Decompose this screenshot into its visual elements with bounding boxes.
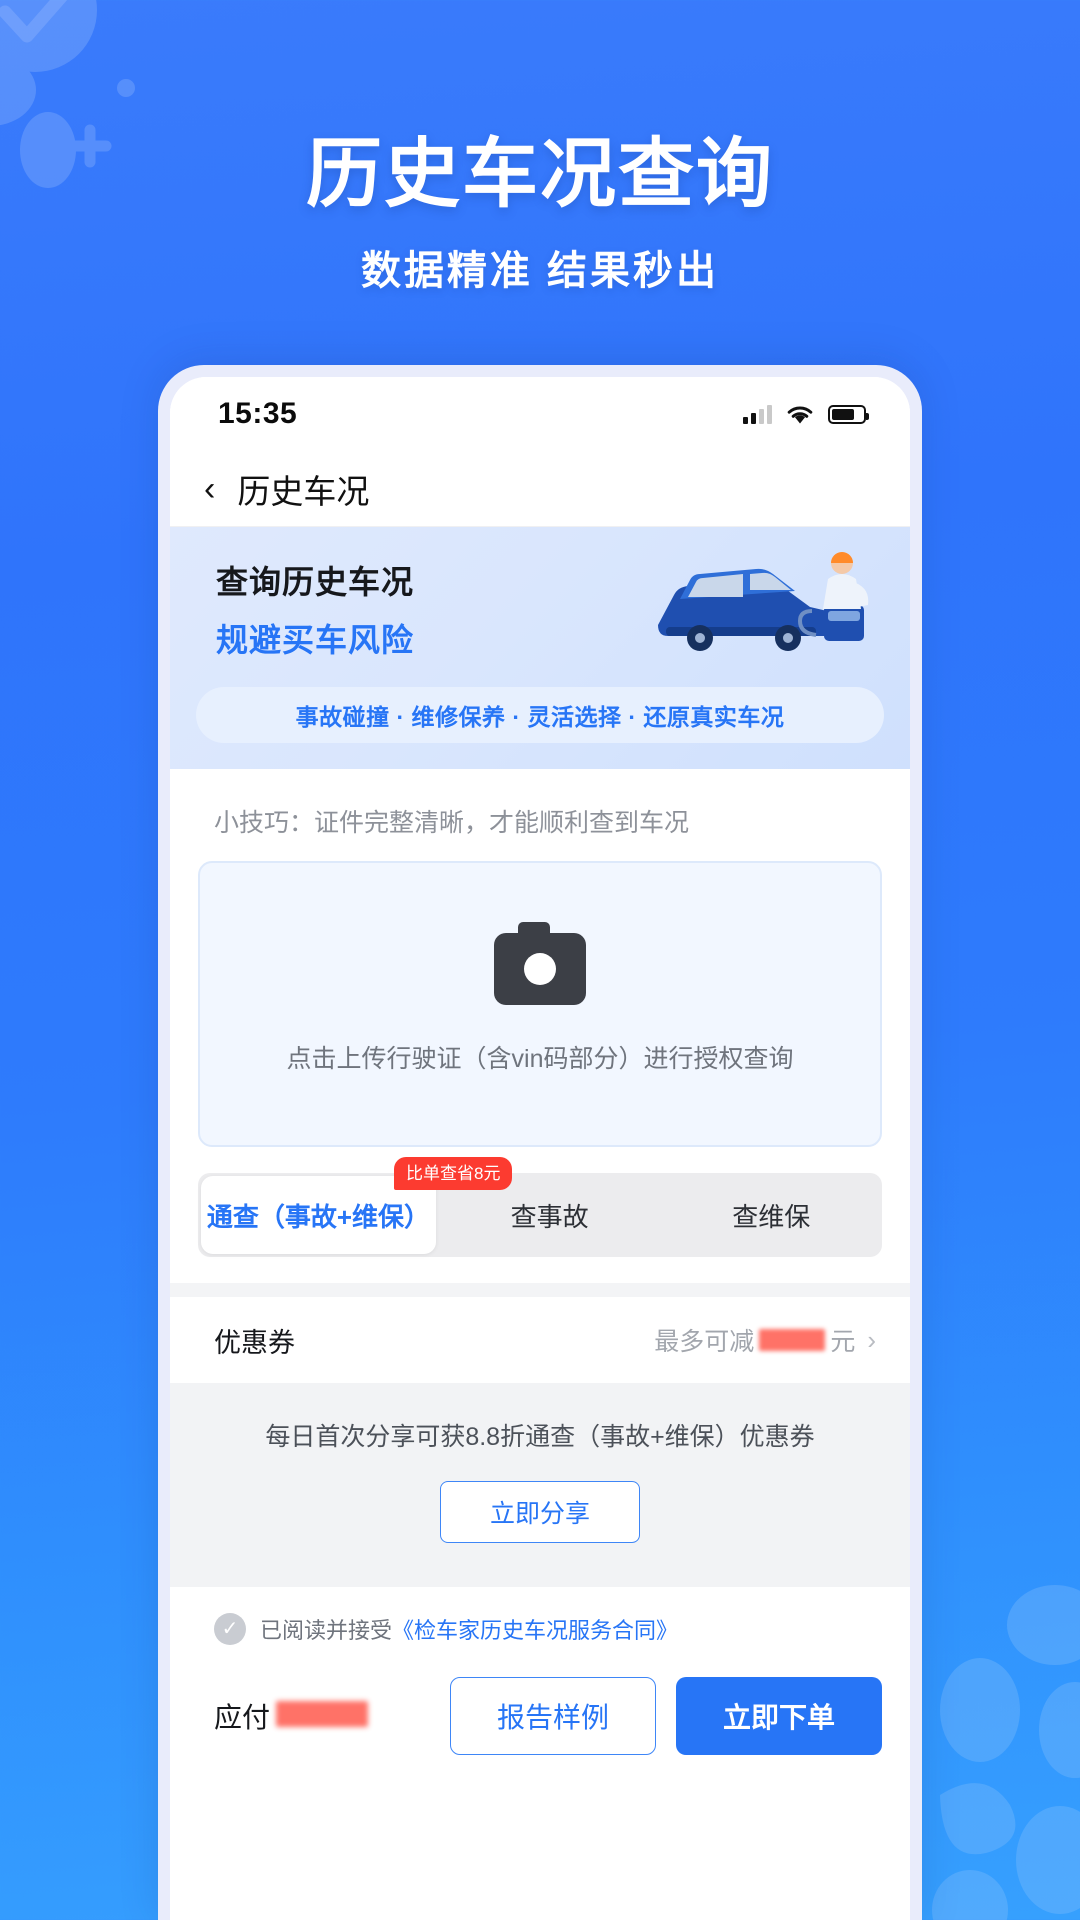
payable-amount: 应付 xyxy=(214,1696,430,1736)
hero-title: 历史车况查询 xyxy=(306,132,774,217)
product-tabs-section: 通查（事故+维保） 查事故 查维保 比单查省8元 xyxy=(170,1147,910,1283)
back-button[interactable]: ‹ xyxy=(204,472,215,506)
coupon-value-suffix: 元 xyxy=(830,1328,856,1356)
upload-prompt: 点击上传行驶证（含vin码部分）进行授权查询 xyxy=(286,1045,794,1073)
coupon-value-group: 最多可减 元 › xyxy=(654,1322,876,1358)
tab-savings-badge: 比单查省8元 xyxy=(394,1157,513,1190)
bottom-action-bar: 应付 报告样例 立即下单 xyxy=(170,1663,910,1781)
coupon-row[interactable]: 优惠券 最多可减 元 › xyxy=(170,1297,910,1383)
banner-feature-pill: 事故碰撞 · 维修保养 · 灵活选择 · 还原真实车况 xyxy=(196,687,884,743)
wifi-icon xyxy=(787,406,813,423)
chevron-right-icon[interactable]: › xyxy=(867,1325,876,1356)
car-inspection-illustration xyxy=(658,552,869,651)
place-order-button[interactable]: 立即下单 xyxy=(676,1677,882,1755)
agreement-link[interactable]: 《检车家历史车况服务合同》 xyxy=(392,1618,678,1643)
payable-amount-redacted xyxy=(276,1701,369,1727)
share-now-button[interactable]: 立即分享 xyxy=(440,1481,640,1543)
phone-screen: 15:35 ‹ 历史车况 查询历史车况 规避买车风险 事故碰撞 · 维修保养 ·… xyxy=(170,377,910,1920)
agreement-row[interactable]: ✓ 已阅读并接受《检车家历史车况服务合同》 xyxy=(170,1587,910,1663)
coupon-value: 最多可减 元 xyxy=(654,1322,855,1358)
share-promo-text: 每日首次分享可获8.8折通查（事故+维保）优惠券 xyxy=(265,1423,815,1451)
page-title: 历史车况 xyxy=(237,472,370,510)
section-divider xyxy=(170,1283,910,1297)
phone-mockup-frame: 15:35 ‹ 历史车况 查询历史车况 规避买车风险 事故碰撞 · 维修保养 ·… xyxy=(158,365,922,1920)
agreement-text: 已阅读并接受《检车家历史车况服务合同》 xyxy=(260,1613,678,1645)
coupon-value-prefix: 最多可减 xyxy=(654,1328,755,1356)
status-bar-time: 15:35 xyxy=(218,397,298,430)
upload-dropzone[interactable]: 点击上传行驶证（含vin码部分）进行授权查询 xyxy=(198,861,882,1147)
battery-icon xyxy=(828,404,869,424)
payable-label: 应付 xyxy=(214,1702,271,1733)
upload-tip: 小技巧：证件完整清晰，才能顺利查到车况 xyxy=(214,809,690,837)
status-bar: 15:35 xyxy=(170,377,910,451)
upload-section: 小技巧：证件完整清晰，才能顺利查到车况 点击上传行驶证（含vin码部分）进行授权… xyxy=(170,769,910,1147)
share-promo-section: 每日首次分享可获8.8折通查（事故+维保）优惠券 立即分享 xyxy=(170,1383,910,1587)
nav-bar: ‹ 历史车况 xyxy=(170,451,910,527)
coupon-amount-redacted xyxy=(759,1329,826,1351)
agreement-label: 已阅读并接受 xyxy=(260,1618,393,1643)
product-tabs: 通查（事故+维保） 查事故 查维保 比单查省8元 xyxy=(198,1157,882,1257)
check-circle-icon[interactable]: ✓ xyxy=(214,1613,246,1645)
hero-subtitle: 数据精准 结果秒出 xyxy=(360,249,720,293)
promo-banner[interactable]: 查询历史车况 规避买车风险 事故碰撞 · 维修保养 · 灵活选择 · 还原真实车… xyxy=(170,527,910,769)
signal-bars-icon xyxy=(743,404,772,424)
sample-report-button[interactable]: 报告样例 xyxy=(450,1677,656,1755)
tab-maintenance[interactable]: 查维保 xyxy=(660,1173,882,1257)
camera-icon xyxy=(494,922,586,1005)
status-bar-icons xyxy=(743,404,869,425)
coupon-label: 优惠券 xyxy=(214,1327,295,1358)
